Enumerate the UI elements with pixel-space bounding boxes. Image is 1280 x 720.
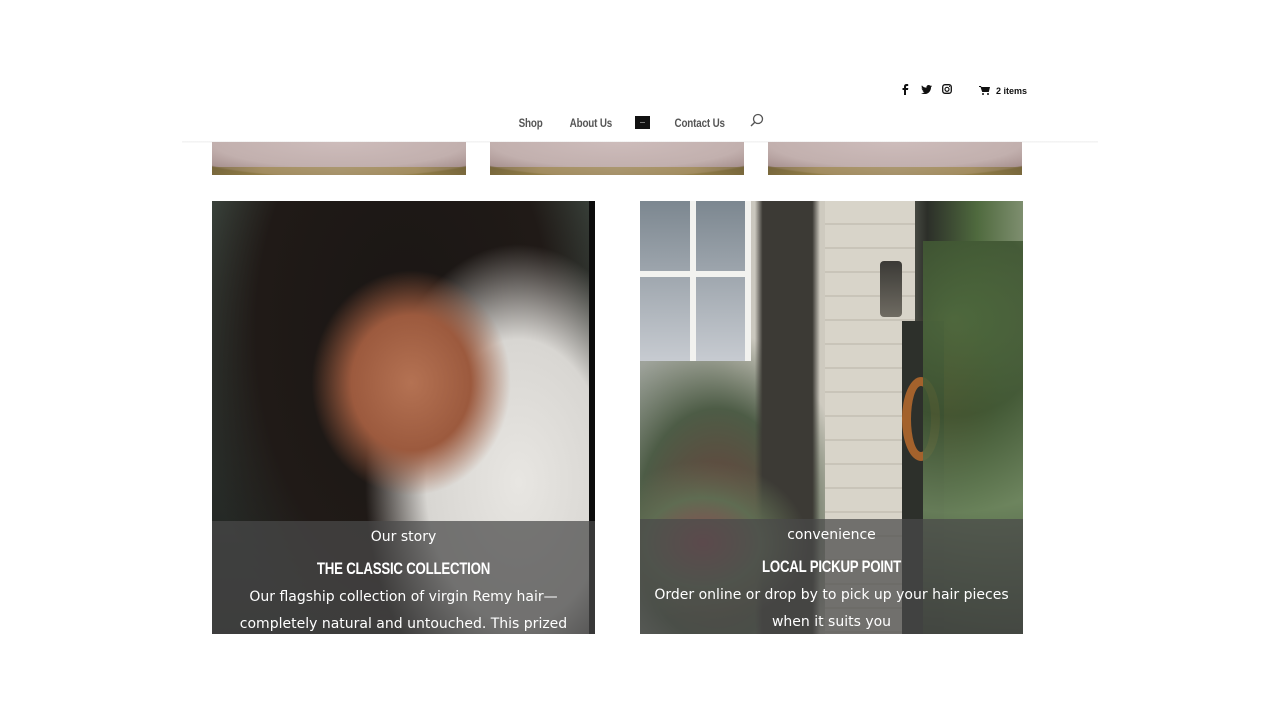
card-eyebrow: Our story bbox=[370, 529, 437, 545]
card-eyebrow: convenience bbox=[787, 527, 876, 543]
classic-collection-card[interactable]: Our story THE CLASSIC COLLECTION Our fla… bbox=[212, 201, 595, 634]
card-title[interactable]: THE CLASSIC COLLECTION bbox=[254, 558, 553, 580]
card-caption: convenience LOCAL PICKUP POINT Order onl… bbox=[640, 519, 1023, 634]
search-icon[interactable] bbox=[750, 113, 764, 132]
card-description: Our flagship collection of virgin Remy h… bbox=[239, 589, 568, 632]
card-caption: Our story THE CLASSIC COLLECTION Our fla… bbox=[212, 521, 595, 634]
cart-link[interactable]: 2 items bbox=[979, 82, 1027, 100]
cart-count: 2 items bbox=[996, 86, 1028, 96]
social-links bbox=[899, 82, 953, 96]
lamp-image bbox=[880, 261, 902, 317]
local-pickup-card[interactable]: convenience LOCAL PICKUP POINT Order onl… bbox=[640, 201, 1023, 634]
card-description: Order online or drop by to pick up your … bbox=[654, 587, 1009, 630]
product-image-3[interactable] bbox=[768, 142, 1022, 175]
product-image-2[interactable] bbox=[490, 142, 744, 175]
main-nav: Shop About Us Contact Us bbox=[0, 113, 1280, 132]
instagram-icon[interactable] bbox=[941, 82, 953, 96]
card-title[interactable]: LOCAL PICKUP POINT bbox=[682, 556, 981, 578]
cart-icon bbox=[979, 82, 990, 100]
product-image-1[interactable] bbox=[212, 142, 466, 175]
twitter-icon[interactable] bbox=[920, 82, 932, 96]
nav-contact-us[interactable]: Contact Us bbox=[675, 116, 725, 130]
window-image bbox=[640, 201, 751, 361]
nav-about-us[interactable]: About Us bbox=[569, 116, 612, 130]
nav-shop[interactable]: Shop bbox=[519, 116, 543, 130]
facebook-icon[interactable] bbox=[899, 82, 911, 96]
site-header: 2 items Shop About Us Contact Us bbox=[0, 0, 1280, 143]
logo-icon[interactable] bbox=[635, 116, 651, 129]
